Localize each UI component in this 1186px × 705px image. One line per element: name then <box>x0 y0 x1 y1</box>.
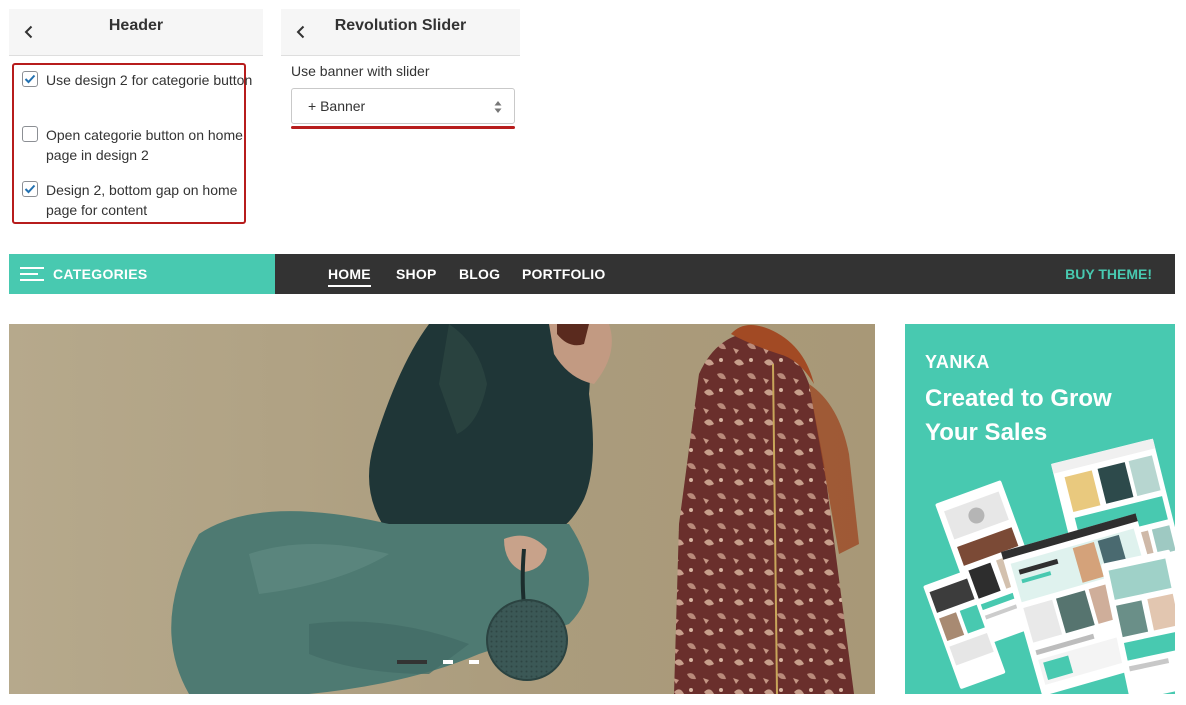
checkbox-open-categorie[interactable] <box>22 126 38 142</box>
banner-select-value: + Banner <box>308 98 366 114</box>
nav-link-shop[interactable]: SHOP <box>396 266 436 282</box>
categories-label: CATEGORIES <box>53 266 148 282</box>
slider-panel-heading: Revolution Slider <box>281 9 520 56</box>
slider-dot[interactable] <box>397 660 427 664</box>
promo-banner[interactable]: YANKA Created to Grow Your Sales <box>905 324 1175 694</box>
slider-dot[interactable] <box>443 660 453 664</box>
highlight-underline <box>291 126 515 129</box>
hero-slider[interactable] <box>9 324 875 694</box>
sort-arrows-icon <box>494 101 502 113</box>
nav-link-blog[interactable]: BLOG <box>459 266 500 282</box>
option-label: Open categorie button on home page in de… <box>46 127 243 163</box>
option-bottom-gap: Design 2, bottom gap on home page for co… <box>22 176 252 220</box>
checkmark-icon <box>24 184 36 194</box>
banner-select[interactable]: + Banner <box>291 88 515 124</box>
hero-fashion-photo <box>9 324 875 694</box>
theme-preview-mockups <box>923 438 1175 694</box>
checkbox-design2-categorie[interactable] <box>22 71 38 87</box>
nav-link-home[interactable]: HOME <box>328 266 371 287</box>
checkmark-icon <box>24 74 36 84</box>
banner-field-label: Use banner with slider <box>291 63 430 79</box>
option-label: Use design 2 for categorie button <box>46 72 253 88</box>
header-panel-title: Header <box>108 17 164 34</box>
slider-panel-title: Revolution Slider <box>334 17 467 34</box>
option-open-categorie-home: Open categorie button on home page in de… <box>22 121 252 165</box>
option-label: Design 2, bottom gap on home page for co… <box>46 182 238 218</box>
categories-button[interactable]: CATEGORIES <box>9 254 275 294</box>
nav-link-portfolio[interactable]: PORTFOLIO <box>522 266 605 282</box>
buy-theme-link[interactable]: BUY THEME! <box>1065 266 1152 282</box>
header-panel-heading: Header <box>9 9 263 56</box>
slider-dot[interactable] <box>469 660 479 664</box>
option-design2-categorie-button: Use design 2 for categorie button <box>22 66 252 110</box>
hamburger-icon <box>20 267 44 281</box>
checkbox-bottom-gap[interactable] <box>22 181 38 197</box>
main-navigation: HOME SHOP BLOG PORTFOLIO BUY THEME! <box>275 254 1175 294</box>
